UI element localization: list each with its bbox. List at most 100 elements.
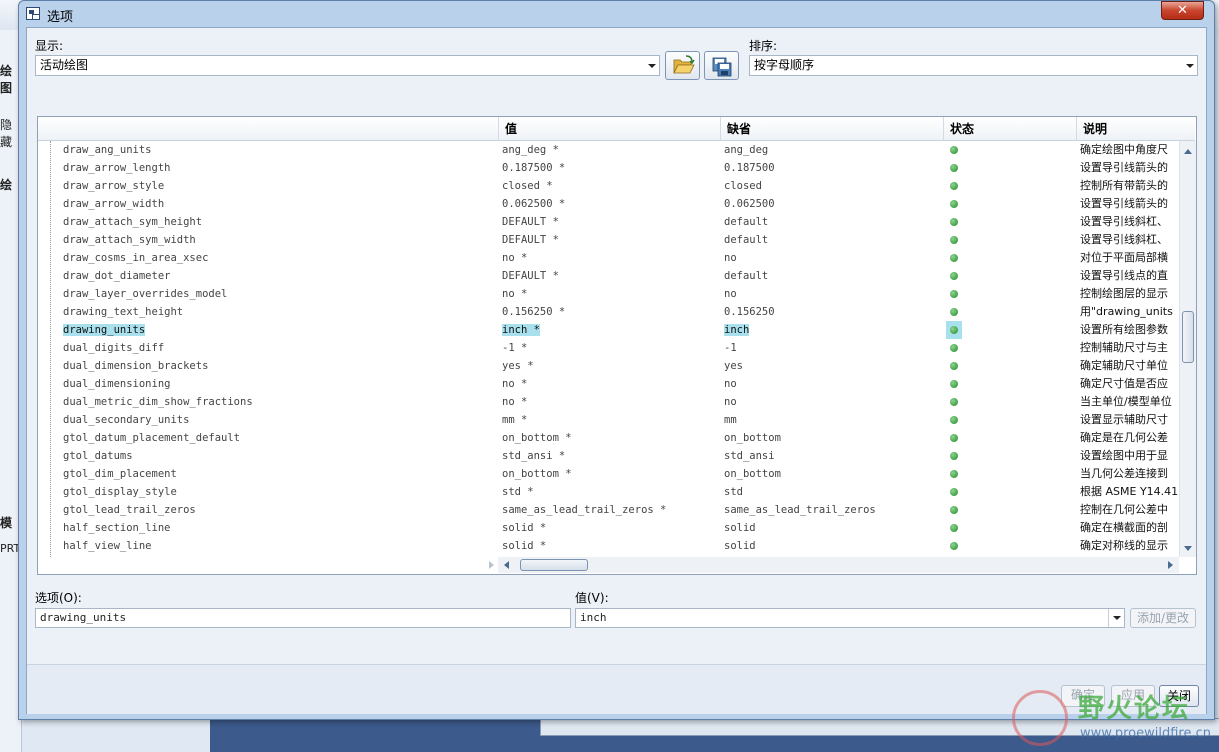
table-row[interactable]: draw_dot_diameter DEFAULT * default 设置导引线点的… [38,267,1179,285]
table-row[interactable]: draw_attach_sym_width DEFAULT * default 设置导… [38,231,1179,249]
option-default-cell: 0.187500 [724,159,944,177]
option-name-cell-text: dual_dimension_brackets [63,360,209,372]
option-value-cell-text: DEFAULT * [502,216,559,228]
status-dot-icon [950,200,958,208]
column-header-default[interactable]: 缺省 [720,117,943,141]
table-row[interactable]: drawing_units inch * inch 设置所有绘图参数 [38,321,1179,339]
close-window-button[interactable]: ✕ [1161,1,1204,20]
column-header-status[interactable]: 状态 [943,117,1076,141]
table-row[interactable]: draw_ang_units ang_deg * ang_deg 确定绘图中角度尺 [38,141,1179,159]
option-description-cell-text: 当主单位/模型单位 [1080,395,1172,408]
table-row[interactable]: drawing_text_height 0.156250 * 0.156250 用"d… [38,303,1179,321]
sort-select[interactable]: 按字母顺序 [749,55,1198,76]
table-row[interactable]: gtol_dim_placement on_bottom * on_bottom 当几… [38,465,1179,483]
option-name-cell-text: draw_dot_diameter [63,270,171,282]
horizontal-scroll-thumb[interactable] [520,559,588,571]
table-row[interactable]: half_section_line solid * solid 确定在横截面的剖 [38,519,1179,537]
table-row[interactable]: dual_digits_diff -1 * -1 控制辅助尺寸与主 [38,339,1179,357]
option-status-cell [948,501,962,519]
table-row[interactable]: dual_metric_dim_show_fractions no * no 当主单位… [38,393,1179,411]
option-name-cell: draw_cosms_in_area_xsec [63,249,493,267]
option-value-cell: same_as_lead_trail_zeros * [502,501,722,519]
chevron-down-icon [643,56,659,75]
option-description-cell: 设置所有绘图参数 [1080,321,1178,339]
option-default-cell-text: no [724,378,737,390]
vertical-scroll-thumb[interactable] [1182,311,1194,363]
dialog-title: 选项 [47,10,74,25]
column-header-name[interactable] [38,117,498,141]
option-default-cell: solid [724,537,944,555]
option-name-cell: draw_arrow_width [63,195,493,213]
status-dot-icon [950,308,958,316]
status-dot-icon [950,488,958,496]
option-name-cell-text: dual_digits_diff [63,342,165,354]
table-row[interactable]: draw_cosms_in_area_xsec no * no 对位于平面局部横 [38,249,1179,267]
value-label: 值(V): [575,591,609,605]
option-value-cell: inch * [502,321,722,339]
table-row[interactable]: draw_arrow_style closed * closed 控制所有带箭头的 [38,177,1179,195]
save-config-button[interactable] [704,51,739,80]
option-input[interactable]: drawing_units [35,608,571,628]
add-change-button[interactable]: 添加/更改 [1130,608,1196,628]
table-row[interactable]: dual_dimensioning no * no 确定尺寸值是否应 [38,375,1179,393]
table-row[interactable]: dual_dimension_brackets yes * yes 确定辅助尺寸单位 [38,357,1179,375]
option-value-cell: 0.062500 * [502,195,722,213]
option-value-cell: DEFAULT * [502,231,722,249]
value-select[interactable]: inch [575,608,1125,628]
option-name-cell: dual_dimension_brackets [63,357,493,375]
option-value-cell-text: no * [502,396,528,408]
table-row[interactable]: draw_attach_sym_height DEFAULT * default 设置… [38,213,1179,231]
display-select[interactable]: 活动绘图 [35,55,660,76]
scroll-down-arrow-icon[interactable] [1184,546,1192,551]
option-description-cell-text: 确定对称线的显示 [1080,539,1168,552]
table-row[interactable]: draw_layer_overrides_model no * no 控制绘图层的显示 [38,285,1179,303]
status-dot-icon [950,182,958,190]
table-row[interactable]: gtol_datums std_ansi * std_ansi 设置绘图中用于显 [38,447,1179,465]
option-name-cell-text: gtol_dim_placement [63,468,177,480]
option-name-cell-text: gtol_datum_placement_default [63,432,241,444]
option-description-cell: 设置导引线斜杠、 [1080,231,1178,249]
table-row[interactable]: gtol_datum_placement_default on_bottom * o… [38,429,1179,447]
folder-open-icon [673,55,695,74]
scroll-left-arrow-icon[interactable] [504,561,509,569]
option-value-cell-text: 0.187500 * [502,162,566,174]
option-default-cell-text: no [724,396,737,408]
option-default-cell-text: solid [724,522,756,534]
chevron-down-icon [1108,609,1124,627]
option-default-cell: inch [724,321,944,339]
option-description-cell: 设置绘图中用于显 [1080,447,1178,465]
status-dot-icon [950,470,958,478]
column-header-description[interactable]: 说明 [1076,117,1195,141]
option-default-cell-text: 0.156250 [724,306,775,318]
option-default-cell: on_bottom [724,429,944,447]
option-name-cell: draw_attach_sym_height [63,213,493,231]
vertical-scrollbar[interactable] [1179,141,1196,557]
option-value-cell-text: DEFAULT * [502,234,559,246]
status-dot-icon [950,506,958,514]
table-row[interactable]: draw_arrow_length 0.187500 * 0.187500 设置导引线… [38,159,1179,177]
scroll-up-arrow-icon[interactable] [1184,149,1192,154]
option-name-cell-text: gtol_datums [63,450,133,462]
table-row[interactable]: gtol_display_style std * std 根据 ASME Y14.41 [38,483,1179,501]
scroll-right-arrow-icon[interactable] [489,561,494,569]
column-header-value[interactable]: 值 [498,117,720,141]
option-name-cell: draw_attach_sym_width [63,231,493,249]
horizontal-scrollbar[interactable] [498,557,1179,573]
option-description-cell-text: 控制所有带箭头的 [1080,179,1168,192]
table-row[interactable]: dual_secondary_units mm * mm 设置显示辅助尺寸 [38,411,1179,429]
table-row[interactable]: gtol_lead_trail_zeros same_as_lead_trail_… [38,501,1179,519]
option-name-cell: dual_secondary_units [63,411,493,429]
option-value-cell-text: no * [502,378,528,390]
option-status-cell [948,375,962,393]
table-row[interactable]: draw_arrow_width 0.062500 * 0.062500 设置导引线箭… [38,195,1179,213]
table-row[interactable]: half_view_line solid * solid 确定对称线的显示 [38,537,1179,555]
option-description-cell: 设置导引线斜杠、 [1080,213,1178,231]
open-config-button[interactable] [665,51,700,80]
status-dot-icon [950,164,958,172]
option-name-cell-text: draw_ang_units [63,144,152,156]
scroll-right-arrow-icon[interactable] [1168,561,1173,569]
name-column-scrollbar[interactable] [38,557,498,573]
dialog-titlebar[interactable]: 选项 ✕ [19,1,1214,27]
option-name-cell-text: gtol_display_style [63,486,177,498]
option-value-cell-text: no * [502,252,528,264]
